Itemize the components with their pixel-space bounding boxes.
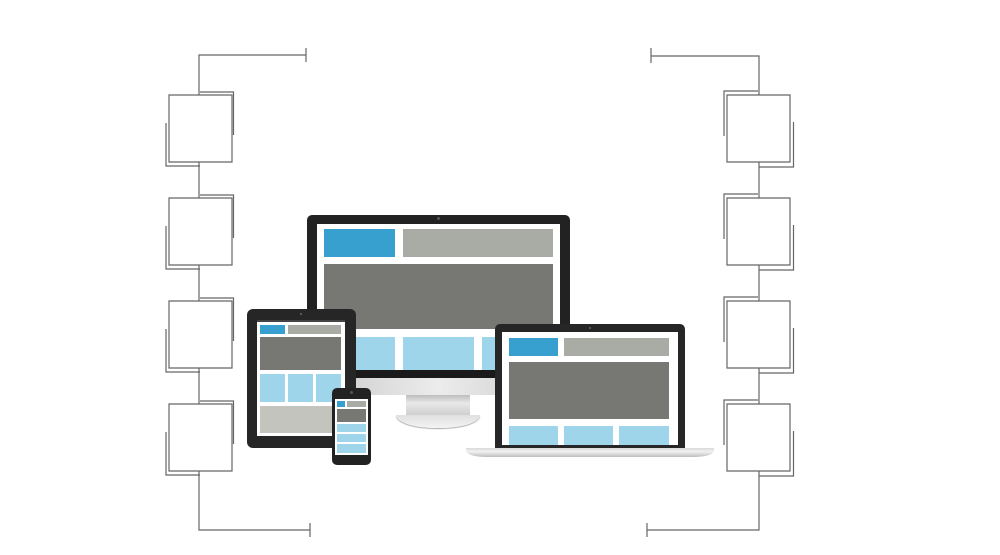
- laptop-screen: [502, 332, 678, 445]
- right-placeholder-bracket-top-3: [723, 296, 758, 342]
- laptop-hero-block: [509, 362, 669, 419]
- left-placeholder-bracket-bottom-3: [165, 329, 200, 373]
- right-placeholder-bracket-top-4: [723, 399, 758, 445]
- right-placeholder-bracket-bottom-2: [759, 225, 795, 271]
- left-top-connector: [198, 48, 307, 95]
- laptop-nav-block: [564, 338, 669, 356]
- laptop-camera: [589, 327, 591, 329]
- right-top-connector: [650, 48, 760, 95]
- phone-speaker: [350, 391, 353, 394]
- monitor-card-2: [403, 337, 474, 370]
- phone-card-3: [337, 444, 366, 453]
- phone-card-2: [337, 434, 366, 442]
- tablet-status-bar: [257, 320, 345, 322]
- left-placeholder-bracket-top-1: [200, 91, 235, 135]
- smartphone: [332, 388, 371, 465]
- left-bottom-connector: [198, 471, 311, 537]
- laptop-card-1: [509, 426, 558, 445]
- monitor-logo-block: [324, 229, 395, 257]
- right-placeholder-bracket-bottom-4: [759, 431, 795, 477]
- left-placeholder-box-2: [168, 197, 233, 266]
- tablet-logo-block: [260, 325, 285, 334]
- phone-hero-block: [337, 409, 366, 422]
- phone-card-1: [337, 424, 366, 432]
- monitor-camera: [437, 217, 440, 220]
- right-placeholder-bracket-bottom-3: [759, 328, 795, 374]
- laptop: [466, 324, 714, 460]
- right-placeholder-box-2: [726, 197, 791, 266]
- left-placeholder-bracket-top-4: [200, 400, 235, 444]
- monitor-nav-block: [403, 229, 553, 257]
- tablet-footer-block: [260, 406, 341, 433]
- right-placeholder-bracket-bottom-1: [759, 122, 795, 168]
- left-placeholder-bracket-bottom-4: [165, 432, 200, 476]
- left-placeholder-bracket-bottom-1: [165, 123, 200, 167]
- laptop-card-3: [619, 426, 669, 445]
- laptop-logo-block: [509, 338, 558, 356]
- phone-nav-block: [347, 401, 366, 407]
- left-placeholder-box-3: [168, 300, 233, 369]
- right-bottom-connector: [646, 471, 760, 537]
- right-placeholder-box-4: [726, 403, 791, 472]
- left-placeholder-box-4: [168, 403, 233, 472]
- right-placeholder-bracket-top-1: [723, 90, 758, 136]
- tablet-hero-block: [260, 337, 341, 370]
- right-placeholder-box-1: [726, 94, 791, 163]
- tablet-card-1: [260, 374, 285, 402]
- right-placeholder-bracket-top-2: [723, 193, 758, 239]
- tablet-nav-block: [288, 325, 341, 334]
- right-placeholder-box-3: [726, 300, 791, 369]
- left-placeholder-bracket-top-3: [200, 297, 235, 341]
- phone-screen: [335, 399, 368, 455]
- left-placeholder-bracket-bottom-2: [165, 226, 200, 270]
- left-placeholder-box-1: [168, 94, 233, 163]
- monitor-stand: [406, 395, 470, 415]
- laptop-base: [466, 448, 714, 457]
- tablet-camera: [300, 313, 302, 315]
- monitor-hero-block: [324, 264, 553, 329]
- tablet-card-2: [288, 374, 313, 402]
- laptop-card-2: [564, 426, 613, 445]
- phone-logo-block: [337, 401, 345, 407]
- left-placeholder-bracket-top-2: [200, 194, 235, 238]
